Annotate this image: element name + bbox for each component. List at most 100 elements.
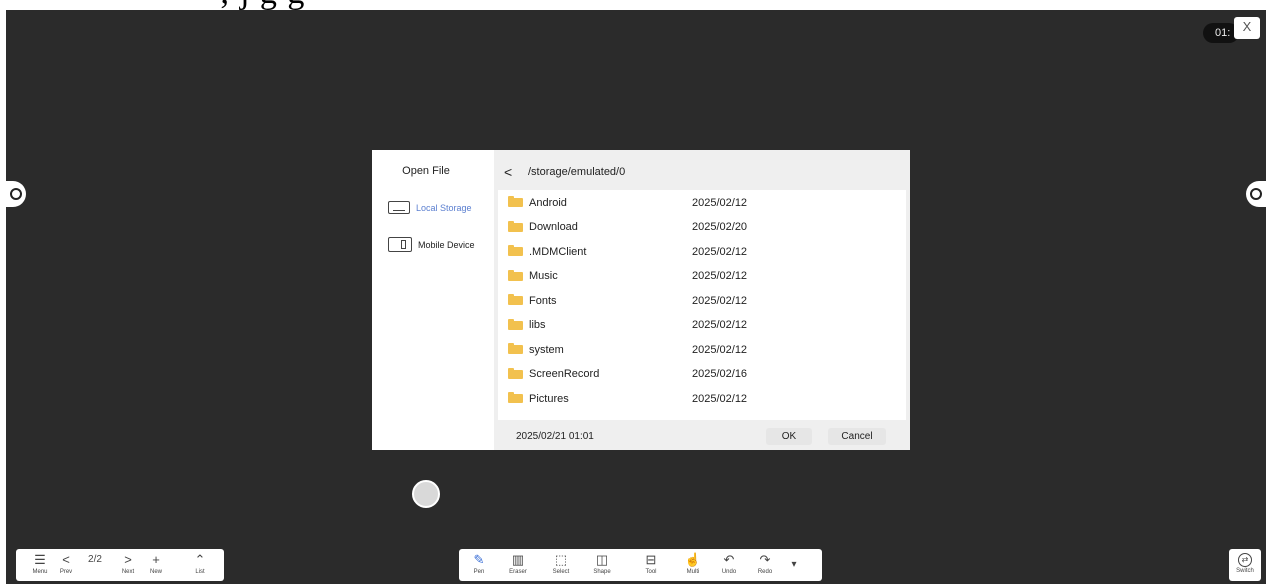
file-name: .MDMClient	[529, 245, 587, 258]
footer-datetime: 2025/02/21 01:01	[516, 431, 594, 442]
switch-icon: ⇄	[1238, 553, 1252, 567]
file-row[interactable]: Fonts 2025/02/12	[498, 288, 906, 313]
dialog-title: Open File	[402, 165, 450, 177]
multi-touch-button[interactable]: ☝ Multi	[679, 552, 707, 577]
multi-label: Multi	[686, 569, 700, 575]
new-label: New	[149, 569, 162, 575]
drawing-toolbar: ✎ Pen ▥ Eraser ⬚ Select ◫ Shape ⊟ Tool ☝…	[459, 549, 822, 581]
file-name: Music	[529, 270, 558, 282]
file-date: 2025/02/12	[692, 270, 748, 282]
file-row[interactable]: Download 2025/02/20	[498, 215, 906, 240]
redo-icon: ↷	[759, 552, 771, 567]
pen-label: Pen	[473, 569, 485, 575]
cancel-button[interactable]: Cancel	[828, 428, 886, 445]
source-sidebar: Open File Local Storage Mobile Device	[372, 150, 494, 450]
list-label: List	[195, 569, 205, 575]
file-date: 2025/02/12	[692, 392, 748, 405]
shape-icon: ◫	[595, 552, 609, 567]
open-file-dialog: Open File Local Storage Mobile Device < …	[372, 150, 910, 450]
chevron-left-icon: <	[62, 552, 70, 567]
back-button[interactable]: <	[504, 164, 518, 180]
undo-icon: ↶	[723, 552, 735, 567]
prev-button[interactable]: < Prev	[56, 552, 76, 577]
file-date: 2025/02/20	[692, 221, 748, 233]
file-name: Android	[529, 196, 567, 209]
file-date: 2025/02/12	[692, 196, 748, 209]
chevron-down-icon: ▾	[791, 559, 797, 570]
next-label: Next	[121, 569, 135, 575]
top-banner-text: ; j g g	[220, 0, 305, 10]
undo-button[interactable]: ↶ Undo	[715, 552, 743, 577]
redo-button[interactable]: ↷ Redo	[751, 552, 779, 577]
source-label: Mobile Device	[418, 239, 475, 250]
folder-icon	[508, 245, 523, 256]
page-indicator: 2/2	[82, 552, 108, 568]
toolbar-expand-button[interactable]: ▾	[785, 557, 803, 573]
file-date: 2025/02/12	[692, 294, 748, 307]
pen-icon: ✎	[473, 552, 485, 567]
file-date: 2025/02/12	[692, 343, 748, 356]
floating-circle-button[interactable]	[412, 480, 440, 508]
chevron-right-icon: >	[124, 552, 132, 567]
file-row[interactable]: libs 2025/02/12	[498, 313, 906, 338]
tool-button[interactable]: ⊟ Tool	[637, 552, 665, 577]
file-name: Download	[529, 221, 578, 233]
file-row[interactable]: .MDMClient 2025/02/12	[498, 239, 906, 264]
ok-button[interactable]: OK	[766, 428, 812, 445]
folder-icon	[508, 269, 523, 281]
file-name: Fonts	[529, 294, 557, 307]
file-list[interactable]: Android 2025/02/12 Download 2025/02/20 .…	[498, 190, 906, 420]
dialog-footer: 2025/02/21 01:01 OK Cancel	[494, 428, 910, 448]
right-settings-handle[interactable]	[1246, 181, 1266, 207]
select-tool-button[interactable]: ⬚ Select	[547, 552, 575, 577]
folder-icon	[508, 220, 523, 232]
page-number: 2/2	[88, 554, 102, 565]
file-name: Pictures	[529, 392, 569, 405]
source-local-storage[interactable]: Local Storage	[388, 201, 472, 214]
redo-label: Redo	[757, 569, 773, 575]
switch-button[interactable]: ⇄ Switch	[1229, 549, 1261, 581]
folder-icon	[508, 196, 523, 207]
file-name: system	[529, 343, 564, 356]
select-icon: ⬚	[554, 552, 568, 567]
mobile-device-icon	[388, 237, 412, 252]
folder-icon	[508, 318, 523, 330]
menu-button[interactable]: ☰ Menu	[28, 552, 52, 577]
plus-box-icon: +	[152, 552, 160, 567]
file-row[interactable]: Pictures 2025/02/12	[498, 386, 906, 411]
shape-tool-button[interactable]: ◫ Shape	[587, 552, 617, 577]
file-row[interactable]: Android 2025/02/12	[498, 190, 906, 215]
top-banner-strip: ; j g g	[0, 0, 1266, 10]
prev-label: Prev	[59, 569, 73, 575]
menu-icon: ☰	[34, 552, 46, 567]
eraser-tool-button[interactable]: ▥ Eraser	[503, 552, 533, 577]
source-mobile-device[interactable]: Mobile Device	[388, 237, 475, 252]
file-name: ScreenRecord	[529, 368, 600, 380]
switch-label: Switch	[1236, 568, 1254, 574]
chevron-up-circle-icon: ⌃	[194, 552, 206, 567]
new-page-button[interactable]: + New	[144, 552, 168, 577]
path-bar: < /storage/emulated/0	[494, 160, 625, 184]
folder-icon	[508, 392, 523, 403]
source-label: Local Storage	[416, 202, 472, 213]
list-button[interactable]: ⌃ List	[188, 552, 212, 577]
folder-icon	[508, 367, 523, 379]
pen-tool-button[interactable]: ✎ Pen	[465, 552, 493, 577]
current-path: /storage/emulated/0	[528, 166, 626, 178]
hand-icon: ☝	[684, 552, 702, 567]
gear-icon	[10, 188, 22, 200]
menu-label: Menu	[32, 569, 48, 575]
file-row[interactable]: Music 2025/02/12	[498, 264, 906, 289]
eraser-icon: ▥	[511, 552, 525, 567]
file-row[interactable]: ScreenRecord 2025/02/16	[498, 362, 906, 387]
file-date: 2025/02/12	[692, 319, 748, 331]
select-label: Select	[552, 569, 570, 575]
eraser-label: Eraser	[509, 569, 527, 575]
next-button[interactable]: > Next	[116, 552, 140, 577]
file-date: 2025/02/12	[692, 245, 748, 258]
page-toolbar: ☰ Menu < Prev 2/2 > Next + New ⌃ List	[16, 549, 224, 581]
close-button[interactable]: X	[1234, 17, 1260, 39]
file-name: libs	[529, 319, 546, 331]
toolbox-icon: ⊟	[645, 552, 657, 567]
file-row[interactable]: system 2025/02/12	[498, 337, 906, 362]
